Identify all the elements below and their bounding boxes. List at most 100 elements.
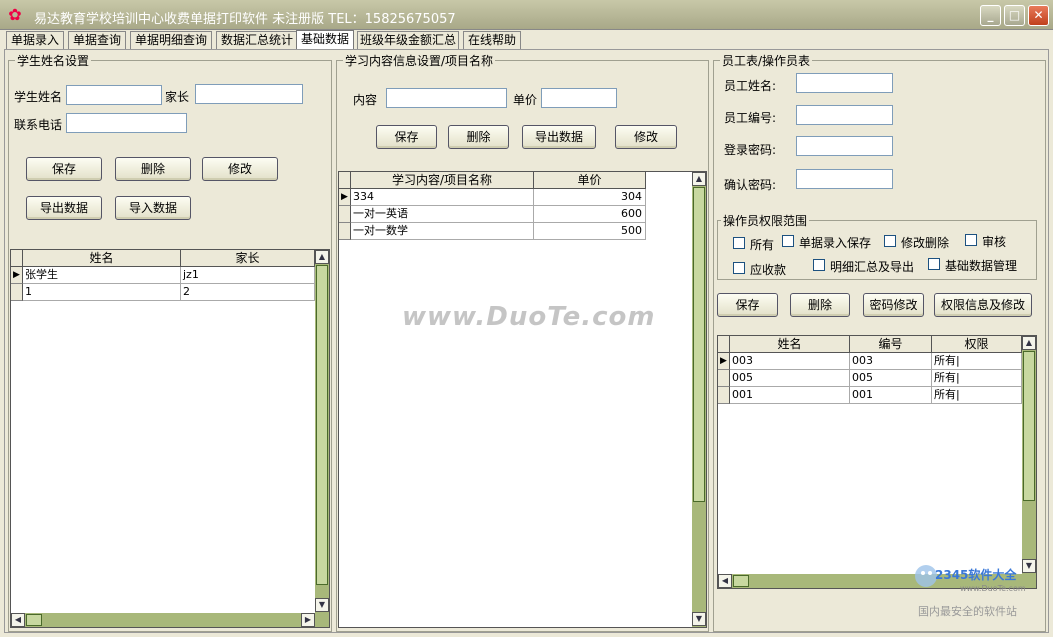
table-row[interactable]: 304	[534, 189, 646, 206]
table-row[interactable]: 001	[850, 387, 932, 404]
scrollbar-thumb[interactable]	[733, 575, 749, 587]
table-row[interactable]: 005	[850, 370, 932, 387]
scroll-up-icon[interactable]: ▲	[315, 250, 329, 264]
tab-base-data[interactable]: 基础数据	[296, 30, 354, 49]
scrollbar-thumb[interactable]	[1023, 351, 1035, 501]
scroll-left-icon[interactable]: ◀	[11, 613, 25, 627]
student-export-button[interactable]: 导出数据	[26, 196, 102, 220]
staff-delete-button[interactable]: 删除	[790, 293, 850, 317]
table-row[interactable]: 所有|	[932, 353, 1022, 370]
course-export-button[interactable]: 导出数据	[522, 125, 596, 149]
parent-input[interactable]	[195, 84, 303, 104]
scroll-up-icon[interactable]: ▲	[692, 172, 706, 186]
staff-grid[interactable]: 姓名 编号 权限 ▶ 003 003 所有| 005 005 所有| 001 0…	[717, 335, 1037, 589]
table-row[interactable]: 1	[23, 284, 181, 301]
perm-entry-checkbox[interactable]	[782, 235, 794, 247]
permission-group-title: 操作员权限范围	[721, 212, 810, 229]
table-row[interactable]: 003	[850, 353, 932, 370]
scroll-right-icon[interactable]: ▶	[301, 613, 315, 627]
staff-id-input[interactable]	[796, 105, 893, 125]
tab-receipt-entry[interactable]: 单据录入	[6, 31, 64, 49]
perm-all-checkbox[interactable]	[733, 237, 745, 249]
column-header-course-name[interactable]: 学习内容/项目名称	[351, 172, 534, 189]
tab-detail-query[interactable]: 单据明细查询	[130, 31, 212, 49]
vertical-scrollbar[interactable]: ▲ ▼	[692, 172, 706, 627]
perm-edit-delete-checkbox[interactable]	[884, 235, 896, 247]
perm-base-data-checkbox[interactable]	[928, 258, 940, 270]
scroll-left-icon[interactable]: ◀	[718, 574, 732, 588]
perm-detail-export-checkbox[interactable]	[813, 259, 825, 271]
table-row[interactable]: 所有|	[932, 370, 1022, 387]
scroll-down-icon[interactable]: ▼	[315, 598, 329, 612]
perm-base-data-label: 基础数据管理	[945, 259, 1018, 273]
change-password-button[interactable]: 密码修改	[863, 293, 924, 317]
table-row[interactable]: 一对一英语	[351, 206, 534, 223]
content-input[interactable]	[386, 88, 507, 108]
perm-audit-checkbox[interactable]	[965, 234, 977, 246]
perm-entry-label: 单据录入保存	[799, 236, 872, 250]
perm-detail-export-label: 明细汇总及导出	[830, 260, 915, 274]
column-header-staff-name[interactable]: 姓名	[730, 336, 850, 353]
scroll-down-icon[interactable]: ▼	[692, 612, 706, 626]
row-indicator	[11, 284, 23, 301]
table-row[interactable]: 一对一数学	[351, 223, 534, 240]
column-header-permission[interactable]: 权限	[932, 336, 1022, 353]
tab-online-help[interactable]: 在线帮助	[463, 31, 521, 49]
column-header-parent[interactable]: 家长	[181, 250, 315, 267]
course-edit-button[interactable]: 修改	[615, 125, 677, 149]
table-row[interactable]: 600	[534, 206, 646, 223]
staff-save-button[interactable]: 保存	[717, 293, 778, 317]
table-row[interactable]: 张学生	[23, 267, 181, 284]
student-import-button[interactable]: 导入数据	[115, 196, 191, 220]
student-group-title: 学生姓名设置	[15, 52, 92, 69]
table-row[interactable]: 334	[351, 189, 534, 206]
column-header-name[interactable]: 姓名	[23, 250, 181, 267]
perm-receivable-checkbox[interactable]	[733, 262, 745, 274]
tab-class-grade-summary[interactable]: 班级年级金额汇总	[357, 31, 459, 49]
scrollbar-thumb[interactable]	[693, 187, 705, 502]
vertical-scrollbar[interactable]: ▲ ▼	[1022, 336, 1036, 574]
table-row[interactable]: 所有|	[932, 387, 1022, 404]
minimize-button[interactable]: _	[980, 5, 1001, 26]
row-indicator-current: ▶	[339, 189, 351, 206]
table-row[interactable]: 003	[730, 353, 850, 370]
scrollbar-thumb[interactable]	[26, 614, 42, 626]
row-indicator-current: ▶	[718, 353, 730, 370]
tab-receipt-query[interactable]: 单据查询	[68, 31, 126, 49]
course-delete-button[interactable]: 删除	[448, 125, 509, 149]
staff-password-input[interactable]	[796, 136, 893, 156]
perm-edit-delete-label: 修改删除	[901, 236, 950, 250]
student-delete-button[interactable]: 删除	[115, 157, 191, 181]
content-label: 内容	[353, 93, 378, 107]
staff-confirm-input[interactable]	[796, 169, 893, 189]
student-name-input[interactable]	[66, 85, 162, 105]
student-save-button[interactable]: 保存	[26, 157, 102, 181]
phone-input[interactable]	[66, 113, 187, 133]
scrollbar-thumb[interactable]	[316, 265, 328, 585]
row-indicator	[718, 370, 730, 387]
student-grid[interactable]: 姓名 家长 ▶ 张学生 jz1 1 2 ▲ ▼ ◀ ▶	[10, 249, 330, 628]
horizontal-scrollbar[interactable]: ◀ ▶	[11, 613, 329, 627]
table-row[interactable]: 005	[730, 370, 850, 387]
price-input[interactable]	[541, 88, 617, 108]
table-row[interactable]: jz1	[181, 267, 315, 284]
parent-label: 家长	[165, 90, 190, 104]
column-header-price[interactable]: 单价	[534, 172, 646, 189]
logo-url: www.DuoTe.com	[960, 584, 1026, 593]
maximize-button[interactable]: □	[1004, 5, 1025, 26]
tab-summary-stats[interactable]: 数据汇总统计	[216, 31, 298, 49]
close-button[interactable]: ✕	[1028, 5, 1049, 26]
course-save-button[interactable]: 保存	[376, 125, 437, 149]
table-row[interactable]: 2	[181, 284, 315, 301]
vertical-scrollbar[interactable]: ▲ ▼	[315, 250, 329, 613]
student-edit-button[interactable]: 修改	[202, 157, 278, 181]
student-group: 学生姓名设置 学生姓名 家长 联系电话 保存 删除 修改 导出数据 导入数据 姓…	[8, 52, 332, 632]
permission-group: 操作员权限范围 所有 单据录入保存 修改删除 审核 应收款 明细汇总及导出 基础…	[717, 212, 1037, 280]
table-row[interactable]: 001	[730, 387, 850, 404]
permission-edit-button[interactable]: 权限信息及修改	[934, 293, 1032, 317]
staff-name-input[interactable]	[796, 73, 893, 93]
scroll-up-icon[interactable]: ▲	[1022, 336, 1036, 350]
table-row[interactable]: 500	[534, 223, 646, 240]
course-grid[interactable]: 学习内容/项目名称 单价 ▶ 334 304 一对一英语 600 一对一数学 5…	[338, 171, 707, 628]
column-header-staff-id[interactable]: 编号	[850, 336, 932, 353]
